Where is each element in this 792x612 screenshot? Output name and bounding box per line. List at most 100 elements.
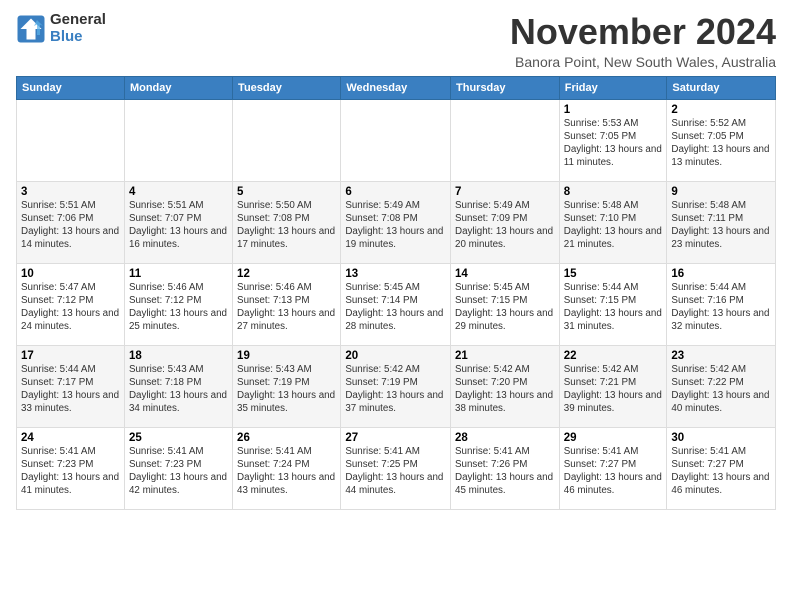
day-number: 24 [21, 432, 120, 444]
calendar-day-cell: 20Sunrise: 5:42 AM Sunset: 7:19 PM Dayli… [341, 345, 451, 427]
day-info: Sunrise: 5:48 AM Sunset: 7:10 PM Dayligh… [564, 199, 663, 252]
calendar-day-cell: 10Sunrise: 5:47 AM Sunset: 7:12 PM Dayli… [17, 263, 125, 345]
day-number: 30 [671, 432, 771, 444]
day-number: 15 [564, 268, 663, 280]
header: General Blue November 2024 Banora Point,… [16, 12, 776, 70]
calendar-table: SundayMondayTuesdayWednesdayThursdayFrid… [16, 76, 776, 510]
day-info: Sunrise: 5:50 AM Sunset: 7:08 PM Dayligh… [237, 199, 336, 252]
day-number: 16 [671, 268, 771, 280]
weekday-header: Tuesday [233, 76, 341, 99]
weekday-header: Wednesday [341, 76, 451, 99]
logo: General Blue [16, 12, 106, 45]
day-info: Sunrise: 5:41 AM Sunset: 7:25 PM Dayligh… [345, 445, 446, 498]
day-info: Sunrise: 5:42 AM Sunset: 7:21 PM Dayligh… [564, 363, 663, 416]
location-subtitle: Banora Point, New South Wales, Australia [510, 54, 776, 70]
day-info: Sunrise: 5:51 AM Sunset: 7:06 PM Dayligh… [21, 199, 120, 252]
calendar-day-cell [17, 99, 125, 181]
day-info: Sunrise: 5:43 AM Sunset: 7:19 PM Dayligh… [237, 363, 336, 416]
calendar-day-cell: 30Sunrise: 5:41 AM Sunset: 7:27 PM Dayli… [667, 427, 776, 509]
day-number: 29 [564, 432, 663, 444]
day-number: 22 [564, 350, 663, 362]
calendar-week-row: 17Sunrise: 5:44 AM Sunset: 7:17 PM Dayli… [17, 345, 776, 427]
day-info: Sunrise: 5:49 AM Sunset: 7:08 PM Dayligh… [345, 199, 446, 252]
day-number: 14 [455, 268, 555, 280]
day-info: Sunrise: 5:52 AM Sunset: 7:05 PM Dayligh… [671, 117, 771, 170]
day-info: Sunrise: 5:53 AM Sunset: 7:05 PM Dayligh… [564, 117, 663, 170]
day-number: 28 [455, 432, 555, 444]
calendar-day-cell: 11Sunrise: 5:46 AM Sunset: 7:12 PM Dayli… [124, 263, 232, 345]
calendar-day-cell [451, 99, 560, 181]
day-number: 6 [345, 186, 446, 198]
calendar-week-row: 24Sunrise: 5:41 AM Sunset: 7:23 PM Dayli… [17, 427, 776, 509]
day-info: Sunrise: 5:42 AM Sunset: 7:22 PM Dayligh… [671, 363, 771, 416]
day-info: Sunrise: 5:49 AM Sunset: 7:09 PM Dayligh… [455, 199, 555, 252]
day-number: 21 [455, 350, 555, 362]
calendar-day-cell: 27Sunrise: 5:41 AM Sunset: 7:25 PM Dayli… [341, 427, 451, 509]
day-number: 7 [455, 186, 555, 198]
day-number: 19 [237, 350, 336, 362]
calendar-day-cell: 14Sunrise: 5:45 AM Sunset: 7:15 PM Dayli… [451, 263, 560, 345]
calendar-day-cell: 1Sunrise: 5:53 AM Sunset: 7:05 PM Daylig… [559, 99, 667, 181]
day-info: Sunrise: 5:45 AM Sunset: 7:14 PM Dayligh… [345, 281, 446, 334]
day-info: Sunrise: 5:43 AM Sunset: 7:18 PM Dayligh… [129, 363, 228, 416]
weekday-header: Saturday [667, 76, 776, 99]
logo-icon [16, 14, 46, 44]
calendar-day-cell: 3Sunrise: 5:51 AM Sunset: 7:06 PM Daylig… [17, 181, 125, 263]
calendar-day-cell: 19Sunrise: 5:43 AM Sunset: 7:19 PM Dayli… [233, 345, 341, 427]
calendar-day-cell: 22Sunrise: 5:42 AM Sunset: 7:21 PM Dayli… [559, 345, 667, 427]
calendar-day-cell: 2Sunrise: 5:52 AM Sunset: 7:05 PM Daylig… [667, 99, 776, 181]
day-number: 10 [21, 268, 120, 280]
day-info: Sunrise: 5:46 AM Sunset: 7:13 PM Dayligh… [237, 281, 336, 334]
day-number: 27 [345, 432, 446, 444]
day-number: 17 [21, 350, 120, 362]
calendar-day-cell: 15Sunrise: 5:44 AM Sunset: 7:15 PM Dayli… [559, 263, 667, 345]
calendar-day-cell: 21Sunrise: 5:42 AM Sunset: 7:20 PM Dayli… [451, 345, 560, 427]
calendar-day-cell: 23Sunrise: 5:42 AM Sunset: 7:22 PM Dayli… [667, 345, 776, 427]
calendar-day-cell: 29Sunrise: 5:41 AM Sunset: 7:27 PM Dayli… [559, 427, 667, 509]
calendar-day-cell [124, 99, 232, 181]
day-number: 18 [129, 350, 228, 362]
day-number: 1 [564, 104, 663, 116]
calendar-day-cell: 13Sunrise: 5:45 AM Sunset: 7:14 PM Dayli… [341, 263, 451, 345]
day-info: Sunrise: 5:42 AM Sunset: 7:20 PM Dayligh… [455, 363, 555, 416]
day-number: 4 [129, 186, 228, 198]
title-block: November 2024 Banora Point, New South Wa… [510, 12, 776, 70]
day-number: 8 [564, 186, 663, 198]
calendar-day-cell: 24Sunrise: 5:41 AM Sunset: 7:23 PM Dayli… [17, 427, 125, 509]
day-info: Sunrise: 5:46 AM Sunset: 7:12 PM Dayligh… [129, 281, 228, 334]
day-info: Sunrise: 5:44 AM Sunset: 7:17 PM Dayligh… [21, 363, 120, 416]
logo-text: General Blue [50, 12, 106, 45]
calendar-day-cell: 7Sunrise: 5:49 AM Sunset: 7:09 PM Daylig… [451, 181, 560, 263]
month-title: November 2024 [510, 12, 776, 52]
day-info: Sunrise: 5:41 AM Sunset: 7:24 PM Dayligh… [237, 445, 336, 498]
calendar-day-cell: 16Sunrise: 5:44 AM Sunset: 7:16 PM Dayli… [667, 263, 776, 345]
calendar-day-cell: 6Sunrise: 5:49 AM Sunset: 7:08 PM Daylig… [341, 181, 451, 263]
calendar-week-row: 1Sunrise: 5:53 AM Sunset: 7:05 PM Daylig… [17, 99, 776, 181]
day-number: 25 [129, 432, 228, 444]
calendar-day-cell: 8Sunrise: 5:48 AM Sunset: 7:10 PM Daylig… [559, 181, 667, 263]
calendar-day-cell: 26Sunrise: 5:41 AM Sunset: 7:24 PM Dayli… [233, 427, 341, 509]
day-number: 11 [129, 268, 228, 280]
day-number: 26 [237, 432, 336, 444]
logo-blue-text: Blue [50, 29, 106, 46]
day-number: 12 [237, 268, 336, 280]
day-info: Sunrise: 5:48 AM Sunset: 7:11 PM Dayligh… [671, 199, 771, 252]
calendar-day-cell: 28Sunrise: 5:41 AM Sunset: 7:26 PM Dayli… [451, 427, 560, 509]
calendar-day-cell: 25Sunrise: 5:41 AM Sunset: 7:23 PM Dayli… [124, 427, 232, 509]
calendar-week-row: 3Sunrise: 5:51 AM Sunset: 7:06 PM Daylig… [17, 181, 776, 263]
day-info: Sunrise: 5:41 AM Sunset: 7:26 PM Dayligh… [455, 445, 555, 498]
day-info: Sunrise: 5:47 AM Sunset: 7:12 PM Dayligh… [21, 281, 120, 334]
calendar-day-cell: 9Sunrise: 5:48 AM Sunset: 7:11 PM Daylig… [667, 181, 776, 263]
day-info: Sunrise: 5:41 AM Sunset: 7:23 PM Dayligh… [21, 445, 120, 498]
day-info: Sunrise: 5:44 AM Sunset: 7:16 PM Dayligh… [671, 281, 771, 334]
day-info: Sunrise: 5:41 AM Sunset: 7:27 PM Dayligh… [564, 445, 663, 498]
calendar-day-cell: 18Sunrise: 5:43 AM Sunset: 7:18 PM Dayli… [124, 345, 232, 427]
calendar-day-cell: 17Sunrise: 5:44 AM Sunset: 7:17 PM Dayli… [17, 345, 125, 427]
calendar-day-cell: 5Sunrise: 5:50 AM Sunset: 7:08 PM Daylig… [233, 181, 341, 263]
day-info: Sunrise: 5:45 AM Sunset: 7:15 PM Dayligh… [455, 281, 555, 334]
day-info: Sunrise: 5:51 AM Sunset: 7:07 PM Dayligh… [129, 199, 228, 252]
day-number: 13 [345, 268, 446, 280]
day-number: 23 [671, 350, 771, 362]
day-number: 2 [671, 104, 771, 116]
calendar-week-row: 10Sunrise: 5:47 AM Sunset: 7:12 PM Dayli… [17, 263, 776, 345]
